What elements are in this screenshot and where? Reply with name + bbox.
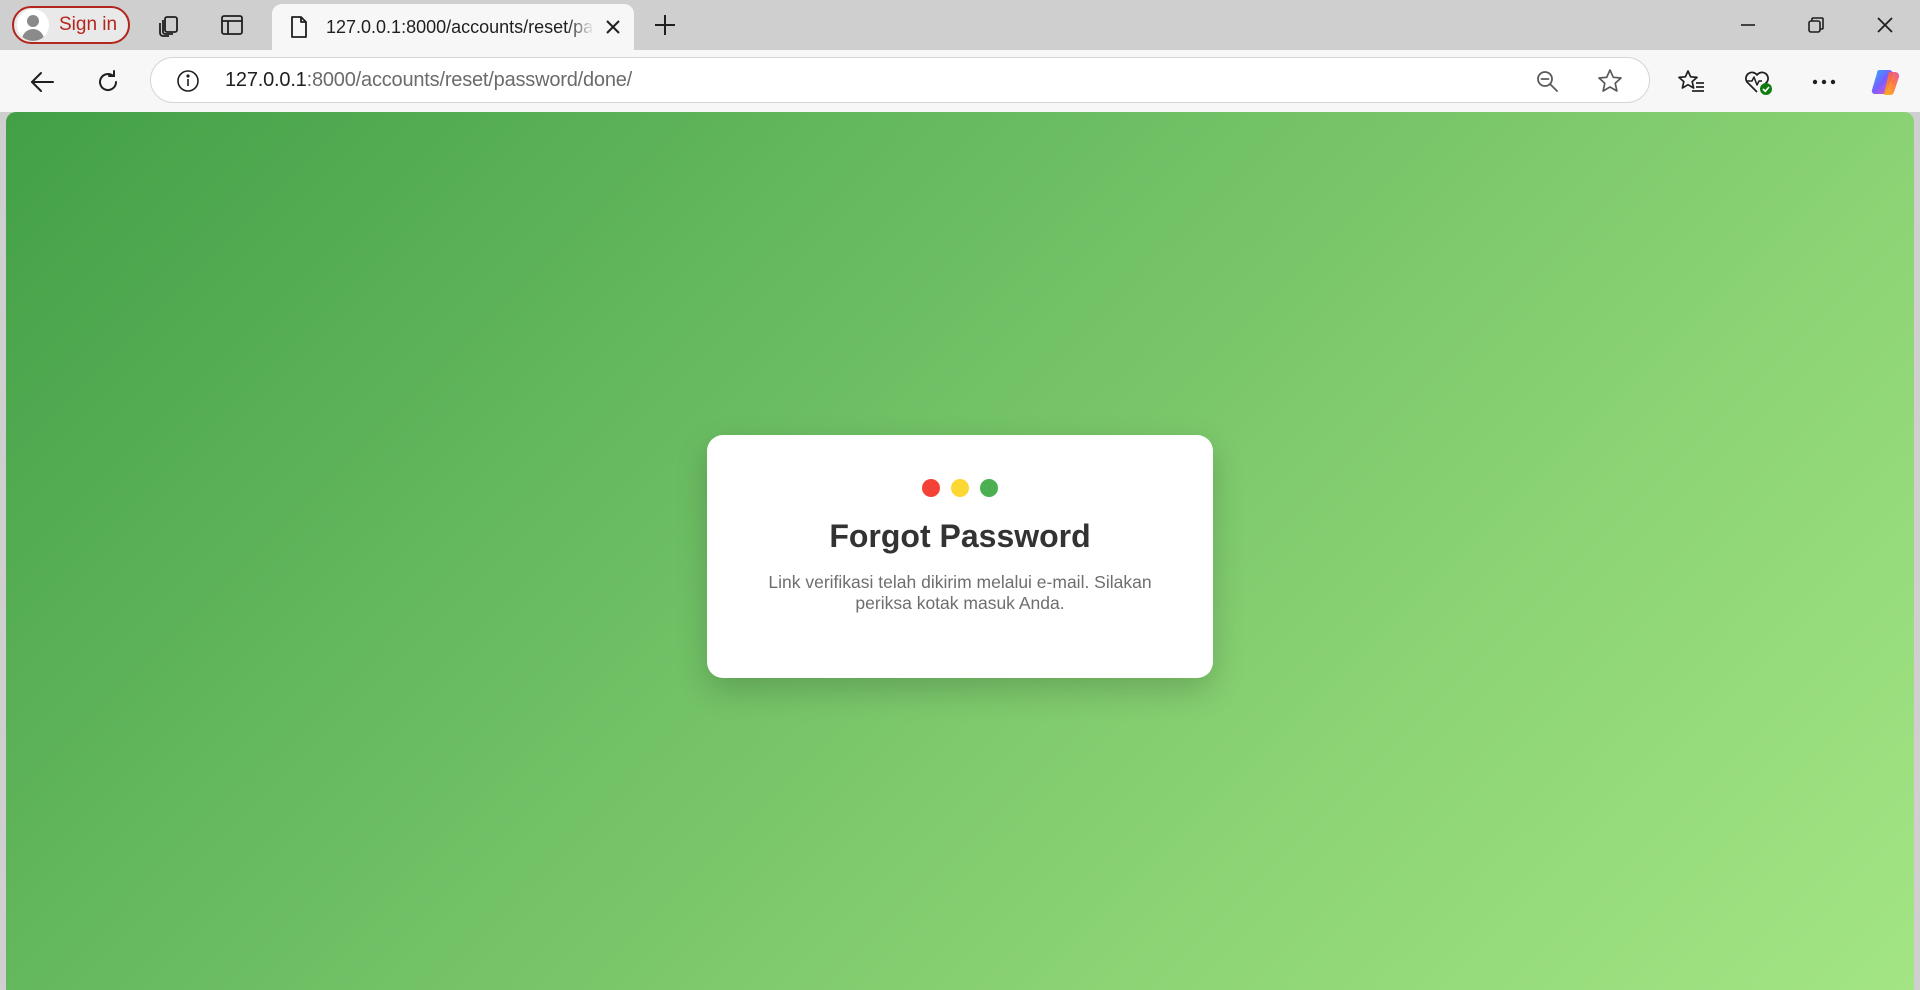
workspaces-icon[interactable] [154,10,184,40]
green-dot [980,479,998,497]
back-arrow-icon[interactable] [24,64,60,100]
forgot-password-card: Forgot Password Link verifikasi telah di… [707,435,1213,678]
minimize-icon[interactable] [1733,10,1763,40]
confirmation-message: Link verifikasi telah dikirim melalui e-… [768,572,1152,613]
restore-icon[interactable] [1801,10,1831,40]
copilot-icon[interactable] [1868,64,1904,100]
page-document-icon [286,14,312,40]
address-bar[interactable]: 127.0.0.1:8000/accounts/reset/password/d… [150,57,1650,103]
address-url[interactable]: 127.0.0.1:8000/accounts/reset/password/d… [225,69,632,92]
page-viewport: Forgot Password Link verifikasi telah di… [6,112,1914,990]
vertical-tabs-icon[interactable] [217,10,247,40]
browser-essentials-heart-icon[interactable] [1740,64,1776,100]
browser-toolbar: 127.0.0.1:8000/accounts/reset/password/d… [0,50,1920,112]
profile-sign-in-button[interactable]: Sign in [12,6,130,44]
close-window-icon[interactable] [1870,10,1900,40]
active-tab[interactable]: 127.0.0.1:8000/accounts/reset/password/d… [272,4,634,50]
sign-in-label: Sign in [59,14,118,35]
red-dot [922,479,940,497]
new-tab-plus-icon[interactable] [650,10,680,40]
zoom-out-icon[interactable] [1533,67,1561,95]
tab-title: 127.0.0.1:8000/accounts/reset/password/d… [326,16,594,37]
url-path: :8000/accounts/reset/password/done/ [306,69,633,91]
more-options-icon[interactable] [1806,64,1842,100]
refresh-icon[interactable] [90,64,126,100]
favorite-star-icon[interactable] [1595,66,1625,96]
profile-avatar-icon [17,9,49,41]
tab-close-icon[interactable] [598,12,628,42]
yellow-dot [951,479,969,497]
tab-strip: Sign in 127.0.0.1:8000/accounts/reset/pa… [0,0,1920,50]
site-info-icon[interactable] [175,68,201,94]
window-dots [707,479,1213,497]
page-title: Forgot Password [829,518,1091,554]
favorites-icon[interactable] [1674,64,1710,100]
url-host: 127.0.0.1 [225,69,307,91]
